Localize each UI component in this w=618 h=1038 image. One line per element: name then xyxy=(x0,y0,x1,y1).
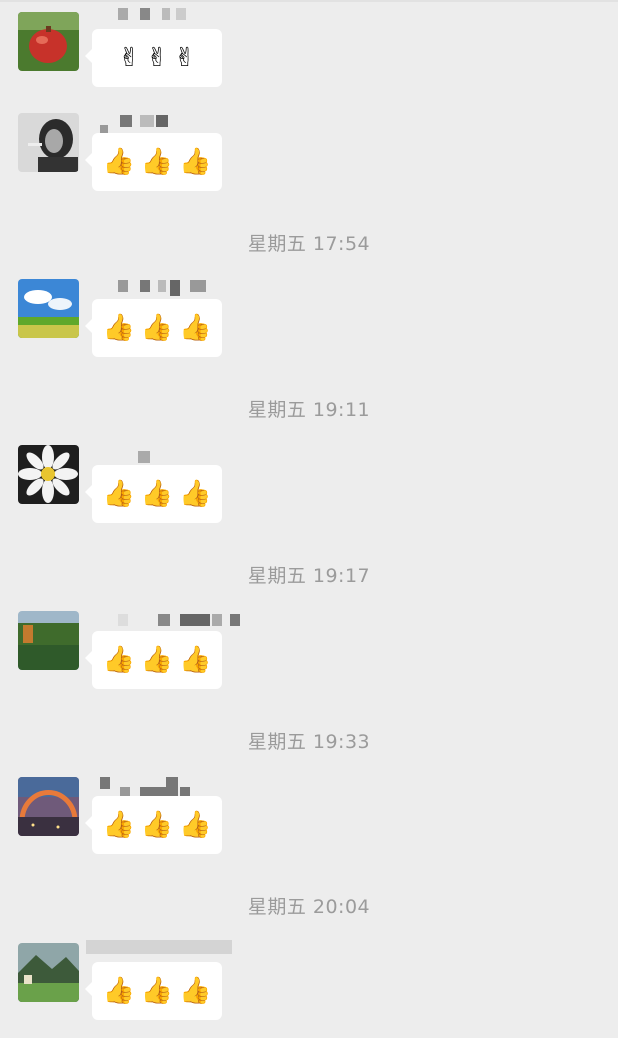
sender-name-blurred xyxy=(100,777,192,799)
green-field-sky-avatar[interactable] xyxy=(18,279,79,338)
thumbs-up-emoji: 👍 xyxy=(179,479,212,509)
thumbs-up-emoji: 👍 xyxy=(140,479,174,509)
thumbs-up-emoji: 👍 xyxy=(179,976,212,1006)
timestamp: 星期五 19:33 xyxy=(247,731,371,753)
thumbs-up-emoji: 👍 xyxy=(140,313,174,343)
thumbs-up-emoji: 👍 xyxy=(102,479,135,509)
thumbs-up-emoji: 👍 xyxy=(102,810,135,840)
sender-name-blurred xyxy=(118,614,242,626)
thumbs-up-emoji: 👍 xyxy=(179,313,212,343)
thumbs-up-emoji: 👍 xyxy=(140,810,174,840)
thumbs-up-emoji: 👍 xyxy=(102,645,135,675)
sender-name-blurred xyxy=(86,940,232,954)
thumbs-up-emoji: 👍 xyxy=(179,645,212,675)
sender-name-blurred xyxy=(138,451,152,463)
timestamp: 星期五 19:11 xyxy=(247,399,371,421)
sender-name-blurred xyxy=(118,280,210,296)
daisy-flower-avatar[interactable] xyxy=(18,445,79,504)
message-bubble[interactable]: 👍 👍 👍 xyxy=(85,465,222,523)
message-bubble[interactable]: 👍 👍 👍 xyxy=(85,962,222,1020)
sender-name-blurred xyxy=(118,8,188,20)
rainbow-sunset-avatar[interactable] xyxy=(18,777,79,836)
thumbs-up-emoji: 👍 xyxy=(140,645,174,675)
woman-portrait-avatar[interactable] xyxy=(18,113,79,172)
message-bubble[interactable]: 👍 👍 👍 xyxy=(85,299,222,357)
mountain-village-avatar[interactable] xyxy=(18,943,79,1002)
pomegranate-avatar[interactable] xyxy=(18,12,79,71)
timestamp: 星期五 17:54 xyxy=(247,233,371,255)
thumbs-up-emoji: 👍 xyxy=(102,976,135,1006)
forest-meadow-avatar[interactable] xyxy=(18,611,79,670)
timestamp: 星期五 20:04 xyxy=(247,896,371,918)
message-bubble[interactable]: ✌ ✌ ✌ xyxy=(85,29,222,87)
victory-hand-emoji: ✌ xyxy=(173,43,196,73)
victory-hand-emoji: ✌ xyxy=(118,43,141,73)
victory-hand-emoji: ✌ xyxy=(146,43,168,73)
sender-name-blurred xyxy=(100,115,170,137)
message-bubble[interactable]: 👍 👍 👍 xyxy=(85,631,222,689)
thumbs-up-emoji: 👍 xyxy=(179,147,212,177)
top-divider xyxy=(0,0,618,2)
thumbs-up-emoji: 👍 xyxy=(140,976,174,1006)
thumbs-up-emoji: 👍 xyxy=(179,810,212,840)
message-bubble[interactable]: 👍 👍 👍 xyxy=(85,796,222,854)
thumbs-up-emoji: 👍 xyxy=(102,147,135,177)
thumbs-up-emoji: 👍 xyxy=(140,147,174,177)
message-bubble[interactable]: 👍 👍 👍 xyxy=(85,133,222,191)
thumbs-up-emoji: 👍 xyxy=(102,313,135,343)
timestamp: 星期五 19:17 xyxy=(247,565,371,587)
